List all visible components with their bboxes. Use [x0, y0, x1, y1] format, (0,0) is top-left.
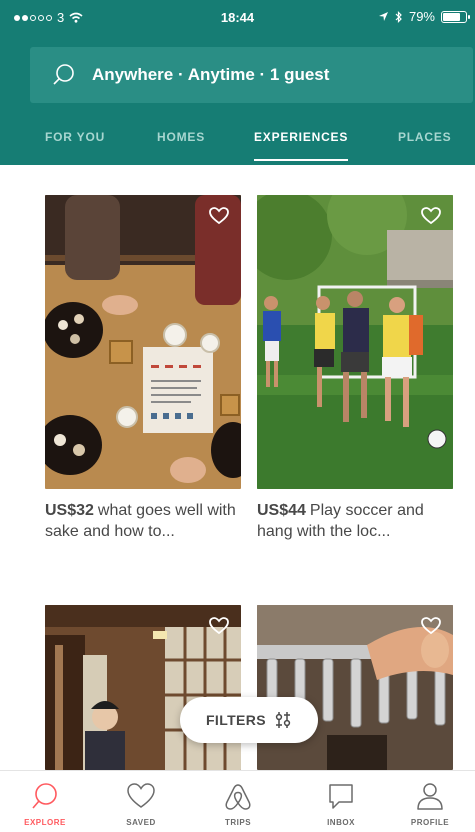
- save-heart-icon[interactable]: [421, 207, 441, 225]
- nav-explore-label: EXPLORE: [24, 818, 66, 827]
- airbnb-logo-icon: [225, 784, 251, 810]
- tab-experiences-label: EXPERIENCES: [254, 130, 349, 144]
- heart-icon: [127, 783, 155, 808]
- explore-header: 3 18:44 79% Anywhere · Anytime · 1 guest…: [0, 0, 475, 165]
- experience-photo[interactable]: [45, 195, 241, 489]
- save-heart-icon[interactable]: [209, 207, 229, 225]
- battery-percent: 79%: [408, 9, 435, 24]
- nav-saved[interactable]: SAVED: [96, 771, 186, 832]
- status-right: 79%: [378, 9, 470, 24]
- save-heart-icon[interactable]: [209, 617, 229, 635]
- nav-saved-label: SAVED: [126, 818, 156, 827]
- tab-for-you[interactable]: FOR YOU: [45, 130, 105, 144]
- nav-trips[interactable]: TRIPS: [193, 771, 283, 832]
- tab-experiences[interactable]: EXPERIENCES: [254, 130, 349, 161]
- experience-caption: US$32 what goes well with sake and how to…: [45, 500, 250, 542]
- battery-level: [443, 12, 461, 21]
- filters-button[interactable]: FILTERS: [180, 697, 318, 743]
- nav-inbox-label: INBOX: [327, 818, 355, 827]
- battery-icon: [441, 10, 470, 23]
- person-icon: [417, 783, 443, 810]
- nav-profile-label: PROFILE: [410, 818, 450, 827]
- tab-homes[interactable]: HOMES: [157, 130, 205, 144]
- search-icon: [32, 783, 57, 809]
- bottom-tab-bar: EXPLORE SAVED TRIPS INBOX PROFILE: [0, 770, 475, 832]
- status-bar: 3 18:44 79%: [0, 0, 475, 34]
- search-icon: [53, 64, 74, 85]
- nav-inbox[interactable]: INBOX: [296, 771, 386, 832]
- active-tab-indicator: [254, 159, 349, 161]
- search-bar[interactable]: Anywhere · Anytime · 1 guest: [30, 47, 473, 103]
- experience-caption: US$44 Play soccer and hang with the loc..…: [257, 500, 462, 542]
- category-tabs: FOR YOU HOMES EXPERIENCES PLACES: [0, 120, 475, 165]
- nav-explore[interactable]: EXPLORE: [0, 771, 90, 832]
- nav-trips-label: TRIPS: [224, 818, 252, 827]
- search-summary: Anywhere · Anytime · 1 guest: [92, 65, 330, 84]
- bluetooth-icon: [395, 10, 402, 23]
- experience-price: US$32: [45, 502, 94, 519]
- save-heart-icon[interactable]: [421, 617, 441, 635]
- chat-bubble-icon: [329, 784, 353, 809]
- nav-profile[interactable]: PROFILE: [385, 771, 475, 832]
- location-arrow-icon: [378, 12, 388, 21]
- tab-places[interactable]: PLACES: [398, 130, 451, 144]
- filters-sliders-icon: [275, 712, 291, 728]
- experience-price: US$44: [257, 502, 306, 519]
- experience-photo[interactable]: [257, 195, 453, 489]
- filters-label: FILTERS: [205, 712, 267, 728]
